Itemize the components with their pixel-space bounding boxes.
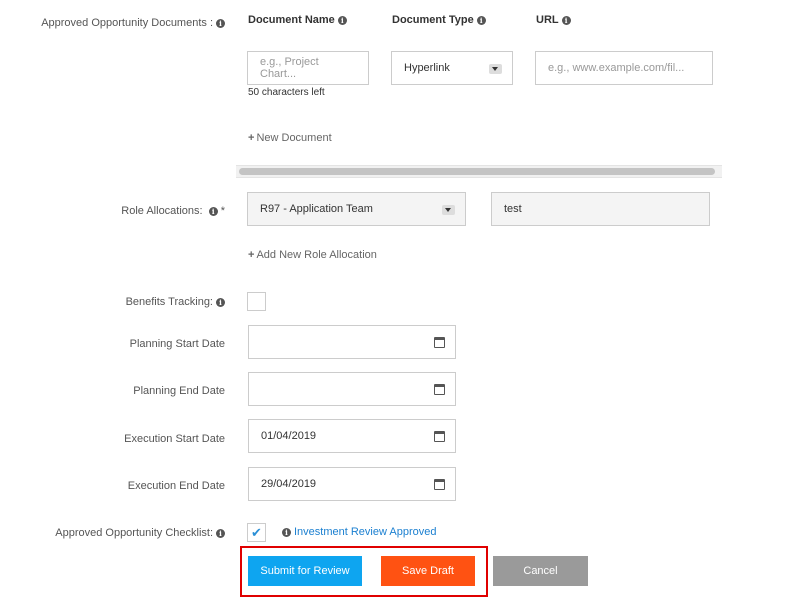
- info-icon[interactable]: i: [337, 16, 347, 25]
- execution-end-date-label: Execution End Date: [127, 480, 225, 492]
- info-icon[interactable]: i: [216, 19, 225, 28]
- planning-end-date-label: Planning End Date: [133, 385, 225, 397]
- submit-for-review-button[interactable]: Submit for Review: [248, 556, 362, 586]
- document-type-select[interactable]: Hyperlink: [391, 51, 513, 85]
- save-draft-button[interactable]: Save Draft: [381, 556, 475, 586]
- documents-label: Approved Opportunity Documents :i: [20, 17, 225, 29]
- chevron-down-icon: [489, 64, 502, 74]
- calendar-icon[interactable]: [434, 337, 445, 348]
- execution-start-date-label: Execution Start Date: [124, 433, 225, 445]
- info-icon[interactable]: i: [216, 529, 225, 538]
- calendar-icon[interactable]: [434, 479, 445, 490]
- checkmark-icon: ✔: [251, 525, 262, 540]
- checklist-item-link[interactable]: i Investment Review Approved: [282, 526, 436, 538]
- calendar-icon[interactable]: [434, 431, 445, 442]
- role-text-input[interactable]: test: [491, 192, 710, 226]
- info-icon: i: [282, 528, 291, 537]
- scrollbar-thumb[interactable]: [239, 168, 715, 175]
- role-team-select[interactable]: R97 - Application Team: [247, 192, 466, 226]
- planning-end-date-input[interactable]: [248, 372, 456, 406]
- calendar-icon[interactable]: [434, 384, 445, 395]
- info-icon[interactable]: i: [476, 16, 486, 25]
- planning-start-date-input[interactable]: [248, 325, 456, 359]
- execution-start-date-input[interactable]: 01/04/2019: [248, 419, 456, 453]
- chevron-down-icon: [442, 205, 455, 215]
- info-icon[interactable]: i: [216, 298, 225, 307]
- plus-icon: +: [248, 132, 255, 144]
- info-icon[interactable]: i: [561, 16, 571, 25]
- required-marker: *: [220, 205, 225, 217]
- new-document-link[interactable]: + New Document: [248, 132, 332, 144]
- plus-icon: +: [248, 249, 255, 261]
- horizontal-scrollbar[interactable]: [236, 165, 722, 178]
- characters-left-text: 50 characters left: [248, 87, 325, 98]
- cancel-button[interactable]: Cancel: [493, 556, 588, 586]
- column-header-document-name: Document Name i: [248, 14, 347, 26]
- checklist-checkbox[interactable]: ✔: [247, 523, 266, 542]
- column-header-url: URL i: [536, 14, 571, 26]
- add-role-allocation-link[interactable]: + Add New Role Allocation: [248, 249, 377, 261]
- benefits-tracking-label: Benefits Tracking: i: [20, 296, 225, 308]
- role-allocations-label: Role Allocations: i *: [121, 205, 225, 217]
- execution-end-date-input[interactable]: 29/04/2019: [248, 467, 456, 501]
- url-input[interactable]: e.g., www.example.com/fil...: [535, 51, 713, 85]
- document-name-input[interactable]: e.g., Project Chart...: [247, 51, 369, 85]
- info-icon[interactable]: i: [208, 207, 218, 216]
- column-header-document-type: Document Type i: [392, 14, 486, 26]
- benefits-tracking-checkbox[interactable]: [247, 292, 266, 311]
- checklist-label: Approved Opportunity Checklist: i: [20, 527, 225, 539]
- planning-start-date-label: Planning Start Date: [129, 338, 225, 350]
